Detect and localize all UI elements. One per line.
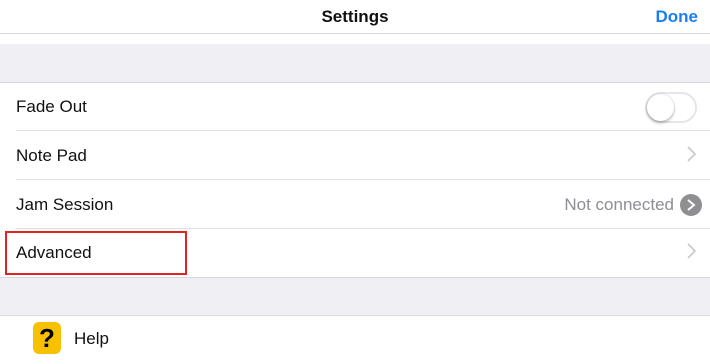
fade-out-label: Fade Out: [16, 97, 87, 116]
circle-arrow-right-icon[interactable]: [680, 194, 702, 216]
page-title: Settings: [321, 7, 389, 26]
chevron-right-icon: [687, 243, 696, 259]
settings-row-jam-session[interactable]: Jam Session Not connected: [0, 181, 710, 229]
advanced-label: Advanced: [16, 243, 92, 262]
toggle-knob: [647, 94, 674, 121]
done-button[interactable]: Done: [656, 7, 699, 27]
fade-out-toggle[interactable]: [645, 92, 697, 123]
question-mark-icon: ?: [33, 322, 61, 354]
row-divider: [16, 179, 710, 180]
jam-session-status: Not connected: [564, 195, 674, 214]
settings-row-help[interactable]: ? Help: [0, 316, 710, 364]
chevron-right-icon: [687, 146, 696, 162]
help-label: Help: [74, 329, 109, 348]
navigation-bar: Settings Done: [0, 0, 710, 34]
section-separator-top: [0, 44, 710, 83]
header-spacer: [0, 34, 710, 44]
row-divider: [16, 130, 710, 131]
jam-session-label: Jam Session: [16, 195, 114, 214]
settings-row-advanced[interactable]: Advanced: [0, 229, 710, 277]
note-pad-label: Note Pad: [16, 146, 87, 165]
settings-row-note-pad[interactable]: Note Pad: [0, 132, 710, 180]
section-separator-bottom: [0, 277, 710, 316]
settings-row-fade-out: Fade Out: [0, 83, 710, 131]
